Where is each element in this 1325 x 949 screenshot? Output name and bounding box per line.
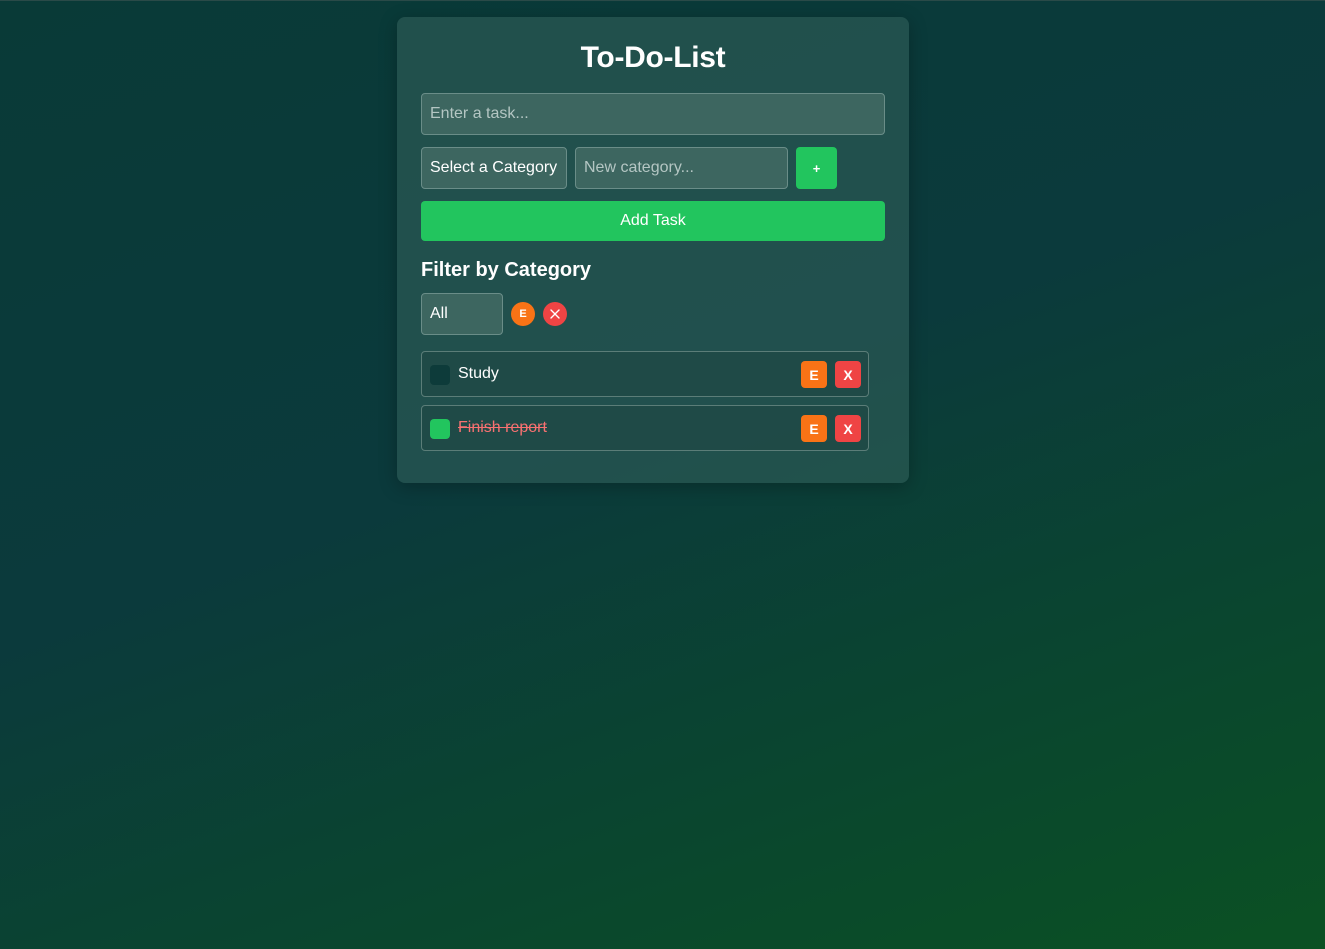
- filter-category-select[interactable]: All: [421, 293, 503, 335]
- add-task-button[interactable]: Add Task: [421, 201, 885, 241]
- edit-task-button[interactable]: E: [801, 415, 827, 442]
- new-category-input[interactable]: [575, 147, 788, 189]
- delete-category-button[interactable]: [543, 302, 567, 326]
- delete-task-button[interactable]: X: [835, 361, 861, 388]
- top-border: [0, 0, 1325, 1]
- add-category-button[interactable]: +: [796, 147, 837, 189]
- close-icon: [550, 309, 560, 319]
- app-title: To-Do-List: [580, 41, 726, 74]
- edit-task-button[interactable]: E: [801, 361, 827, 388]
- task-checkbox[interactable]: [430, 419, 450, 439]
- task-label: Study: [458, 365, 499, 382]
- category-select[interactable]: Select a Category: [421, 147, 567, 189]
- task-item: Finish report E X: [421, 405, 869, 451]
- task-checkbox[interactable]: [430, 365, 450, 385]
- todo-card: To-Do-List Select a Category + Add Task …: [397, 17, 909, 483]
- edit-category-button[interactable]: E: [511, 302, 535, 326]
- filter-heading: Filter by Category: [421, 259, 592, 281]
- task-input[interactable]: [421, 93, 885, 135]
- task-item: Study E X: [421, 351, 869, 397]
- delete-task-button[interactable]: X: [835, 415, 861, 442]
- task-label: Finish report: [458, 419, 547, 436]
